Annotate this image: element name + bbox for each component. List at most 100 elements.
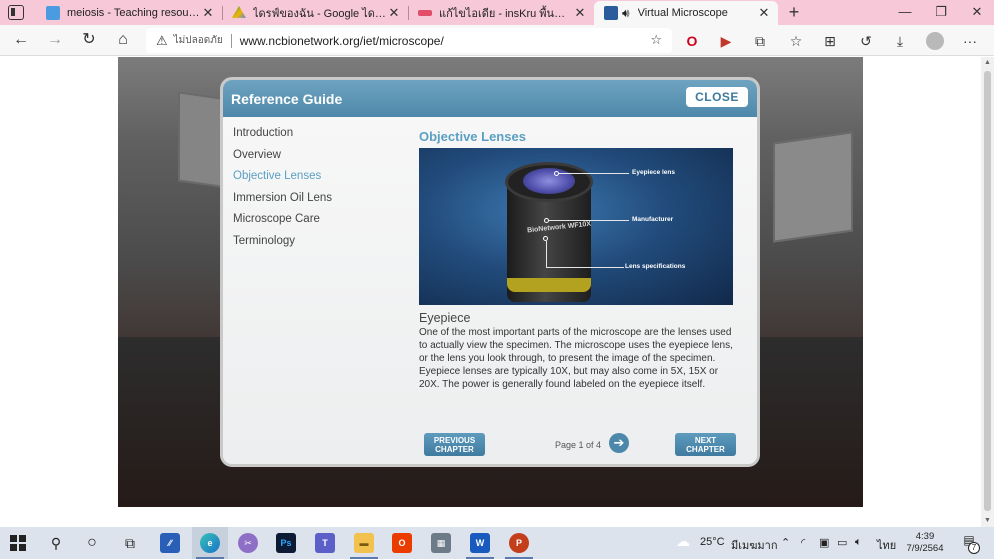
powerpoint-icon[interactable]: P bbox=[507, 531, 531, 555]
close-tab-icon[interactable]: ✕ bbox=[572, 5, 588, 21]
eyepiece-band bbox=[507, 278, 591, 292]
previous-chapter-label: PREVIOUS CHAPTER bbox=[433, 436, 476, 454]
chapter-content: Objective Lenses BioNetwork WF10X Eyepie… bbox=[419, 129, 737, 391]
history-icon[interactable]: ↺ bbox=[856, 31, 876, 51]
edge-browser-icon[interactable]: e bbox=[198, 531, 222, 555]
volume-icon[interactable]: 🔈︎ bbox=[855, 536, 862, 549]
weather-text[interactable]: มีเมฆมาก bbox=[731, 536, 778, 554]
cloudy-weather-icon[interactable]: ☁ bbox=[676, 533, 690, 550]
tab-label: Virtual Microscope bbox=[637, 7, 728, 19]
teams-icon[interactable]: T bbox=[313, 531, 337, 555]
tab-meiosis[interactable]: meiosis - Teaching resources ✕ bbox=[36, 1, 222, 25]
input-language[interactable]: ไทย bbox=[877, 536, 896, 554]
tab-actions-icon[interactable] bbox=[8, 5, 24, 20]
temperature-text[interactable]: 25°C bbox=[700, 536, 725, 548]
minimize-button[interactable]: — bbox=[890, 2, 920, 22]
tab-google-drive[interactable]: ไดรฟ์ของฉัน - Google ไดรฟ์ ✕ bbox=[222, 1, 408, 25]
scroll-down-icon[interactable]: ▼ bbox=[984, 517, 991, 524]
refresh-button[interactable]: ↻ bbox=[78, 30, 100, 50]
chapter-navigation: PREVIOUS CHAPTER Page 1 of 4 ➔ NEXT CHAP… bbox=[419, 433, 737, 459]
scroll-up-icon[interactable]: ▲ bbox=[984, 59, 991, 66]
forward-button[interactable]: → bbox=[44, 30, 66, 50]
back-button[interactable]: ← bbox=[10, 30, 32, 50]
network-icon[interactable]: ◜ bbox=[801, 536, 805, 549]
callout-line bbox=[546, 267, 624, 268]
extensions-icon[interactable]: ⧉ bbox=[750, 31, 770, 51]
ncbionetwork-icon bbox=[604, 6, 618, 20]
favorites-icon[interactable]: ☆ bbox=[786, 31, 806, 51]
search-icon[interactable]: ⚲ bbox=[44, 531, 68, 555]
clock-time: 4:39 bbox=[915, 531, 935, 542]
chapter-item-microscope-care[interactable]: Microscope Care bbox=[233, 213, 403, 235]
close-window-button[interactable]: ✕ bbox=[962, 2, 992, 22]
word-icon[interactable]: W bbox=[468, 531, 492, 555]
section-title: Objective Lenses bbox=[419, 129, 526, 144]
restore-button[interactable]: ❐ bbox=[926, 2, 956, 22]
tab-inskru[interactable]: แก้ไขไอเดีย - insKru พื้นที่แบ่งปันไอเดี… bbox=[408, 1, 594, 25]
windows-start-icon[interactable] bbox=[6, 531, 30, 555]
profile-avatar[interactable] bbox=[924, 31, 946, 51]
content-subtitle: Eyepiece bbox=[419, 311, 471, 325]
whiteboard-app-icon[interactable]: ∕∕ bbox=[158, 531, 182, 555]
dialog-title: Reference Guide bbox=[231, 91, 343, 107]
video-extension-icon[interactable]: ▶ bbox=[716, 31, 736, 51]
close-tab-icon[interactable]: ✕ bbox=[756, 5, 772, 21]
close-tab-icon[interactable]: ✕ bbox=[200, 5, 216, 21]
notification-center-icon[interactable]: ▤ 7 bbox=[960, 533, 980, 554]
close-button[interactable]: CLOSE bbox=[686, 87, 748, 107]
battery-icon[interactable]: ▭ bbox=[837, 536, 847, 549]
tab-label: ไดรฟ์ของฉัน - Google ไดรฟ์ bbox=[253, 8, 386, 20]
calculator-icon[interactable]: ▦ bbox=[429, 531, 453, 555]
system-clock[interactable]: 4:39 7/9/2564 bbox=[900, 531, 950, 555]
file-explorer-icon[interactable]: ▬ bbox=[352, 531, 376, 555]
scrollbar-thumb[interactable] bbox=[984, 71, 991, 511]
collections-icon[interactable]: ⊞ bbox=[820, 31, 840, 51]
office-icon[interactable]: O bbox=[390, 531, 414, 555]
chapter-item-immersion-oil-lens[interactable]: Immersion Oil Lens bbox=[233, 192, 403, 214]
new-tab-button[interactable]: + bbox=[784, 2, 804, 22]
dialog-header: Reference Guide CLOSE bbox=[223, 80, 757, 117]
close-tab-icon[interactable]: ✕ bbox=[386, 5, 402, 21]
tab-label: meiosis - Teaching resources bbox=[67, 7, 200, 19]
page-indicator: Page 1 of 4 bbox=[555, 440, 602, 450]
snipping-tool-icon[interactable]: ✂ bbox=[236, 531, 260, 555]
clock-date: 7/9/2564 bbox=[906, 543, 944, 554]
meet-now-icon[interactable]: ▣ bbox=[819, 536, 829, 549]
photoshop-icon[interactable]: Ps bbox=[274, 531, 298, 555]
chapter-item-terminology[interactable]: Terminology bbox=[233, 235, 403, 257]
page-scrollbar[interactable]: ▲ ▼ bbox=[981, 57, 994, 527]
home-button[interactable]: ⌂ bbox=[112, 30, 134, 50]
warning-icon[interactable]: ⚠ bbox=[156, 33, 168, 49]
show-hidden-icons-icon[interactable]: ⌃ bbox=[781, 536, 790, 549]
content-paragraph: One of the most important parts of the m… bbox=[419, 327, 733, 390]
next-chapter-label: NEXT CHAPTER bbox=[686, 436, 725, 454]
previous-chapter-button[interactable]: PREVIOUS CHAPTER bbox=[424, 433, 485, 456]
opera-extension-icon[interactable]: O bbox=[682, 31, 702, 51]
next-chapter-button[interactable]: NEXT CHAPTER bbox=[675, 433, 736, 456]
chapter-item-objective-lenses[interactable]: Objective Lenses bbox=[233, 170, 403, 192]
speaker-icon[interactable]: 🔊︎ bbox=[622, 6, 630, 21]
reference-guide-dialog: Reference Guide CLOSE Introduction Overv… bbox=[220, 77, 760, 467]
wall-cabinet-right bbox=[773, 131, 853, 243]
next-page-arrow-icon[interactable]: ➔ bbox=[609, 433, 629, 453]
inskru-icon bbox=[418, 10, 432, 16]
notification-count-badge: 7 bbox=[968, 542, 980, 554]
more-options-icon[interactable]: ··· bbox=[960, 31, 980, 51]
address-bar[interactable]: ⚠ ไม่ปลอดภัย www.ncbionetwork.org/iet/mi… bbox=[146, 28, 672, 53]
tab-favicon-icon bbox=[46, 6, 60, 20]
cortana-icon[interactable]: ○ bbox=[80, 531, 104, 555]
security-label[interactable]: ไม่ปลอดภัย bbox=[174, 33, 223, 48]
tab-virtual-microscope[interactable]: 🔊︎ Virtual Microscope ✕ bbox=[594, 1, 778, 25]
chapter-item-overview[interactable]: Overview bbox=[233, 149, 403, 171]
chapter-item-introduction[interactable]: Introduction bbox=[233, 127, 403, 149]
tab-label: แก้ไขไอเดีย - insKru พื้นที่แบ่งปันไอเดี… bbox=[439, 8, 572, 20]
eyepiece-figure: BioNetwork WF10X Eyepiece lens Manufactu… bbox=[419, 148, 733, 305]
task-view-icon[interactable]: ⧉ bbox=[118, 531, 142, 555]
browser-toolbar: ← → ↻ ⌂ ⚠ ไม่ปลอดภัย www.ncbionetwork.or… bbox=[0, 25, 994, 56]
url-text[interactable]: www.ncbionetwork.org/iet/microscope/ bbox=[240, 34, 444, 48]
add-favorite-icon[interactable]: ☆ bbox=[650, 32, 662, 48]
callout-manufacturer: Manufacturer bbox=[632, 216, 674, 223]
eyepiece-glass bbox=[523, 168, 575, 194]
downloads-icon[interactable]: ⤓ bbox=[890, 31, 910, 51]
windows-taskbar: ⚲ ○ ⧉ ∕∕ e ✂ Ps T ▬ O ▦ W P ☁ 25°C มีเมฆ… bbox=[0, 527, 994, 559]
